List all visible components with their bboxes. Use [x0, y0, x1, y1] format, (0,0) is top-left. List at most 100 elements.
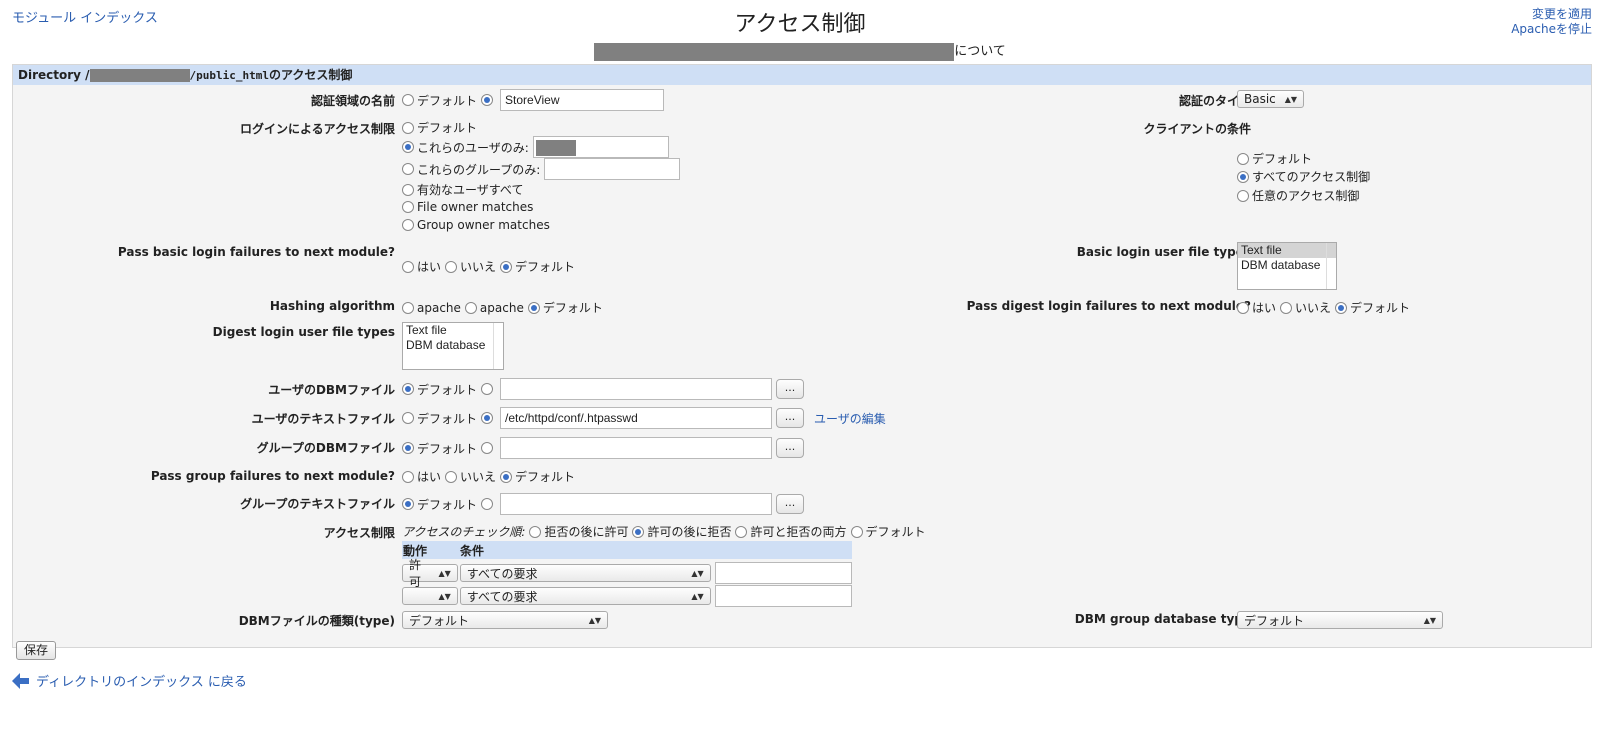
group-text-default-radio[interactable]: [402, 498, 414, 510]
pass-group-yes-option[interactable]: はい: [402, 468, 441, 485]
realm-input[interactable]: StoreView: [500, 89, 665, 111]
hash-apache-radio-2[interactable]: [464, 301, 477, 314]
login-valid-radio[interactable]: [402, 183, 414, 196]
acl-value-input-1[interactable]: [714, 562, 852, 584]
user-dbm-browse-button[interactable]: ...: [776, 379, 805, 399]
dbm-type-select[interactable]: デフォルト ▲▼: [402, 611, 608, 629]
login-file-owner-radio[interactable]: [402, 201, 414, 213]
basic-type-text-file[interactable]: Text file: [1238, 243, 1336, 258]
realm-default-option[interactable]: デフォルト: [402, 92, 477, 109]
user-dbm-default-radio[interactable]: [402, 383, 414, 395]
client-default-radio[interactable]: [1237, 152, 1249, 165]
group-text-custom-option[interactable]: [481, 498, 496, 510]
order-default-radio[interactable]: [850, 525, 863, 538]
login-file-owner-option[interactable]: File owner matches: [402, 200, 533, 214]
basic-type-dbm-database[interactable]: DBM database: [1238, 258, 1336, 273]
pass-group-yes-radio[interactable]: [402, 470, 414, 483]
digest-type-dbm-database[interactable]: DBM database: [403, 338, 503, 353]
group-dbm-input[interactable]: [500, 437, 773, 459]
listbox-scrollbar[interactable]: [493, 323, 503, 369]
order-deny-allow-option[interactable]: 拒否の後に許可: [529, 523, 628, 540]
group-dbm-default-radio[interactable]: [402, 442, 414, 454]
pass-basic-default-radio[interactable]: [500, 260, 513, 273]
order-both-option[interactable]: 許可と拒否の両方: [735, 523, 847, 540]
user-text-custom-option[interactable]: [481, 412, 496, 424]
basic-file-types-listbox[interactable]: Text file DBM database: [1237, 242, 1337, 290]
login-users-radio[interactable]: [402, 141, 414, 153]
order-both-radio[interactable]: [735, 525, 748, 538]
user-text-input[interactable]: /etc/httpd/conf/.htpasswd: [500, 407, 773, 429]
pass-digest-default-option[interactable]: デフォルト: [1335, 299, 1410, 316]
client-all-option[interactable]: すべてのアクセス制御: [1237, 168, 1370, 185]
pass-group-default-radio[interactable]: [500, 470, 513, 483]
user-dbm-custom-option[interactable]: [481, 383, 496, 395]
login-default-radio[interactable]: [402, 121, 414, 134]
pass-digest-yes-radio[interactable]: [1237, 301, 1249, 314]
pass-digest-yes-option[interactable]: はい: [1237, 299, 1276, 316]
group-text-input[interactable]: [500, 493, 773, 515]
group-dbm-default-option[interactable]: デフォルト: [402, 440, 477, 457]
user-dbm-custom-radio[interactable]: [481, 383, 494, 395]
pass-basic-no-radio[interactable]: [445, 260, 458, 273]
order-allow-deny-option[interactable]: 許可の後に拒否: [632, 523, 731, 540]
user-dbm-default-option[interactable]: デフォルト: [402, 381, 477, 398]
login-group-owner-option[interactable]: Group owner matches: [402, 218, 550, 232]
order-allow-deny-radio[interactable]: [632, 525, 645, 538]
client-any-option[interactable]: 任意のアクセス制御: [1237, 187, 1359, 204]
group-dbm-custom-radio[interactable]: [481, 442, 494, 454]
login-users-option[interactable]: これらのユーザのみ:: [402, 139, 529, 156]
dbm-group-type-select[interactable]: デフォルト ▲▼: [1237, 611, 1443, 629]
user-dbm-input[interactable]: [500, 378, 773, 400]
save-button[interactable]: 保存: [16, 641, 57, 660]
hash-apache-option-1[interactable]: apache: [402, 301, 461, 315]
hash-apache-option-2[interactable]: apache: [464, 301, 524, 315]
group-dbm-browse-button[interactable]: ...: [776, 438, 805, 458]
auth-type-select[interactable]: Basic ▲▼: [1237, 90, 1304, 108]
order-default-option[interactable]: デフォルト: [850, 523, 926, 540]
group-text-default-option[interactable]: デフォルト: [402, 496, 477, 513]
pass-group-no-option[interactable]: いいえ: [445, 468, 496, 485]
pass-digest-no-option[interactable]: いいえ: [1280, 299, 1331, 316]
login-groups-input[interactable]: [544, 158, 681, 180]
realm-custom-radio[interactable]: [481, 94, 494, 106]
acl-action-select-2[interactable]: ▲▼: [402, 587, 458, 605]
user-text-default-option[interactable]: デフォルト: [402, 410, 477, 427]
pass-basic-yes-option[interactable]: はい: [402, 258, 441, 275]
group-dbm-custom-option[interactable]: [481, 442, 496, 454]
login-groups-radio[interactable]: [402, 163, 414, 175]
acl-value-input-2[interactable]: [714, 585, 852, 607]
pass-basic-default-option[interactable]: デフォルト: [500, 258, 575, 275]
digest-file-types-listbox[interactable]: Text file DBM database: [402, 322, 504, 370]
pass-group-no-radio[interactable]: [445, 470, 458, 483]
login-groups-option[interactable]: これらのグループのみ:: [402, 161, 540, 178]
back-to-index-link[interactable]: ディレクトリのインデックス に戻る: [36, 671, 247, 690]
pass-group-default-option[interactable]: デフォルト: [500, 468, 575, 485]
back-to-index[interactable]: ディレクトリのインデックス に戻る: [12, 671, 247, 690]
client-all-radio[interactable]: [1237, 170, 1249, 183]
acl-condition-select-1[interactable]: すべての要求 ▲▼: [459, 564, 711, 582]
hash-apache-radio-1[interactable]: [402, 301, 414, 314]
acl-condition-select-2[interactable]: すべての要求 ▲▼: [459, 587, 711, 605]
client-default-option[interactable]: デフォルト: [1237, 150, 1312, 167]
login-default-option[interactable]: デフォルト: [402, 119, 477, 136]
client-any-radio[interactable]: [1237, 189, 1249, 202]
hash-default-option[interactable]: デフォルト: [527, 299, 603, 316]
realm-custom-option[interactable]: [481, 94, 496, 106]
digest-type-text-file[interactable]: Text file: [403, 323, 503, 338]
pass-digest-default-radio[interactable]: [1335, 301, 1348, 314]
group-text-custom-radio[interactable]: [481, 498, 494, 510]
user-text-default-radio[interactable]: [402, 412, 414, 424]
order-deny-allow-radio[interactable]: [529, 525, 542, 538]
pass-basic-yes-radio[interactable]: [402, 260, 414, 273]
user-text-browse-button[interactable]: ...: [776, 408, 805, 428]
hash-default-radio[interactable]: [527, 301, 540, 314]
user-text-custom-radio[interactable]: [481, 412, 494, 424]
listbox-scrollbar[interactable]: [1326, 243, 1336, 289]
login-valid-option[interactable]: 有効なユーザすべて: [402, 181, 523, 198]
acl-action-select-1[interactable]: 許可 ▲▼: [402, 558, 458, 589]
login-users-input[interactable]: [532, 136, 669, 158]
pass-digest-no-radio[interactable]: [1280, 301, 1293, 314]
group-text-browse-button[interactable]: ...: [776, 494, 805, 514]
pass-basic-no-option[interactable]: いいえ: [445, 258, 496, 275]
login-group-owner-radio[interactable]: [402, 219, 414, 231]
